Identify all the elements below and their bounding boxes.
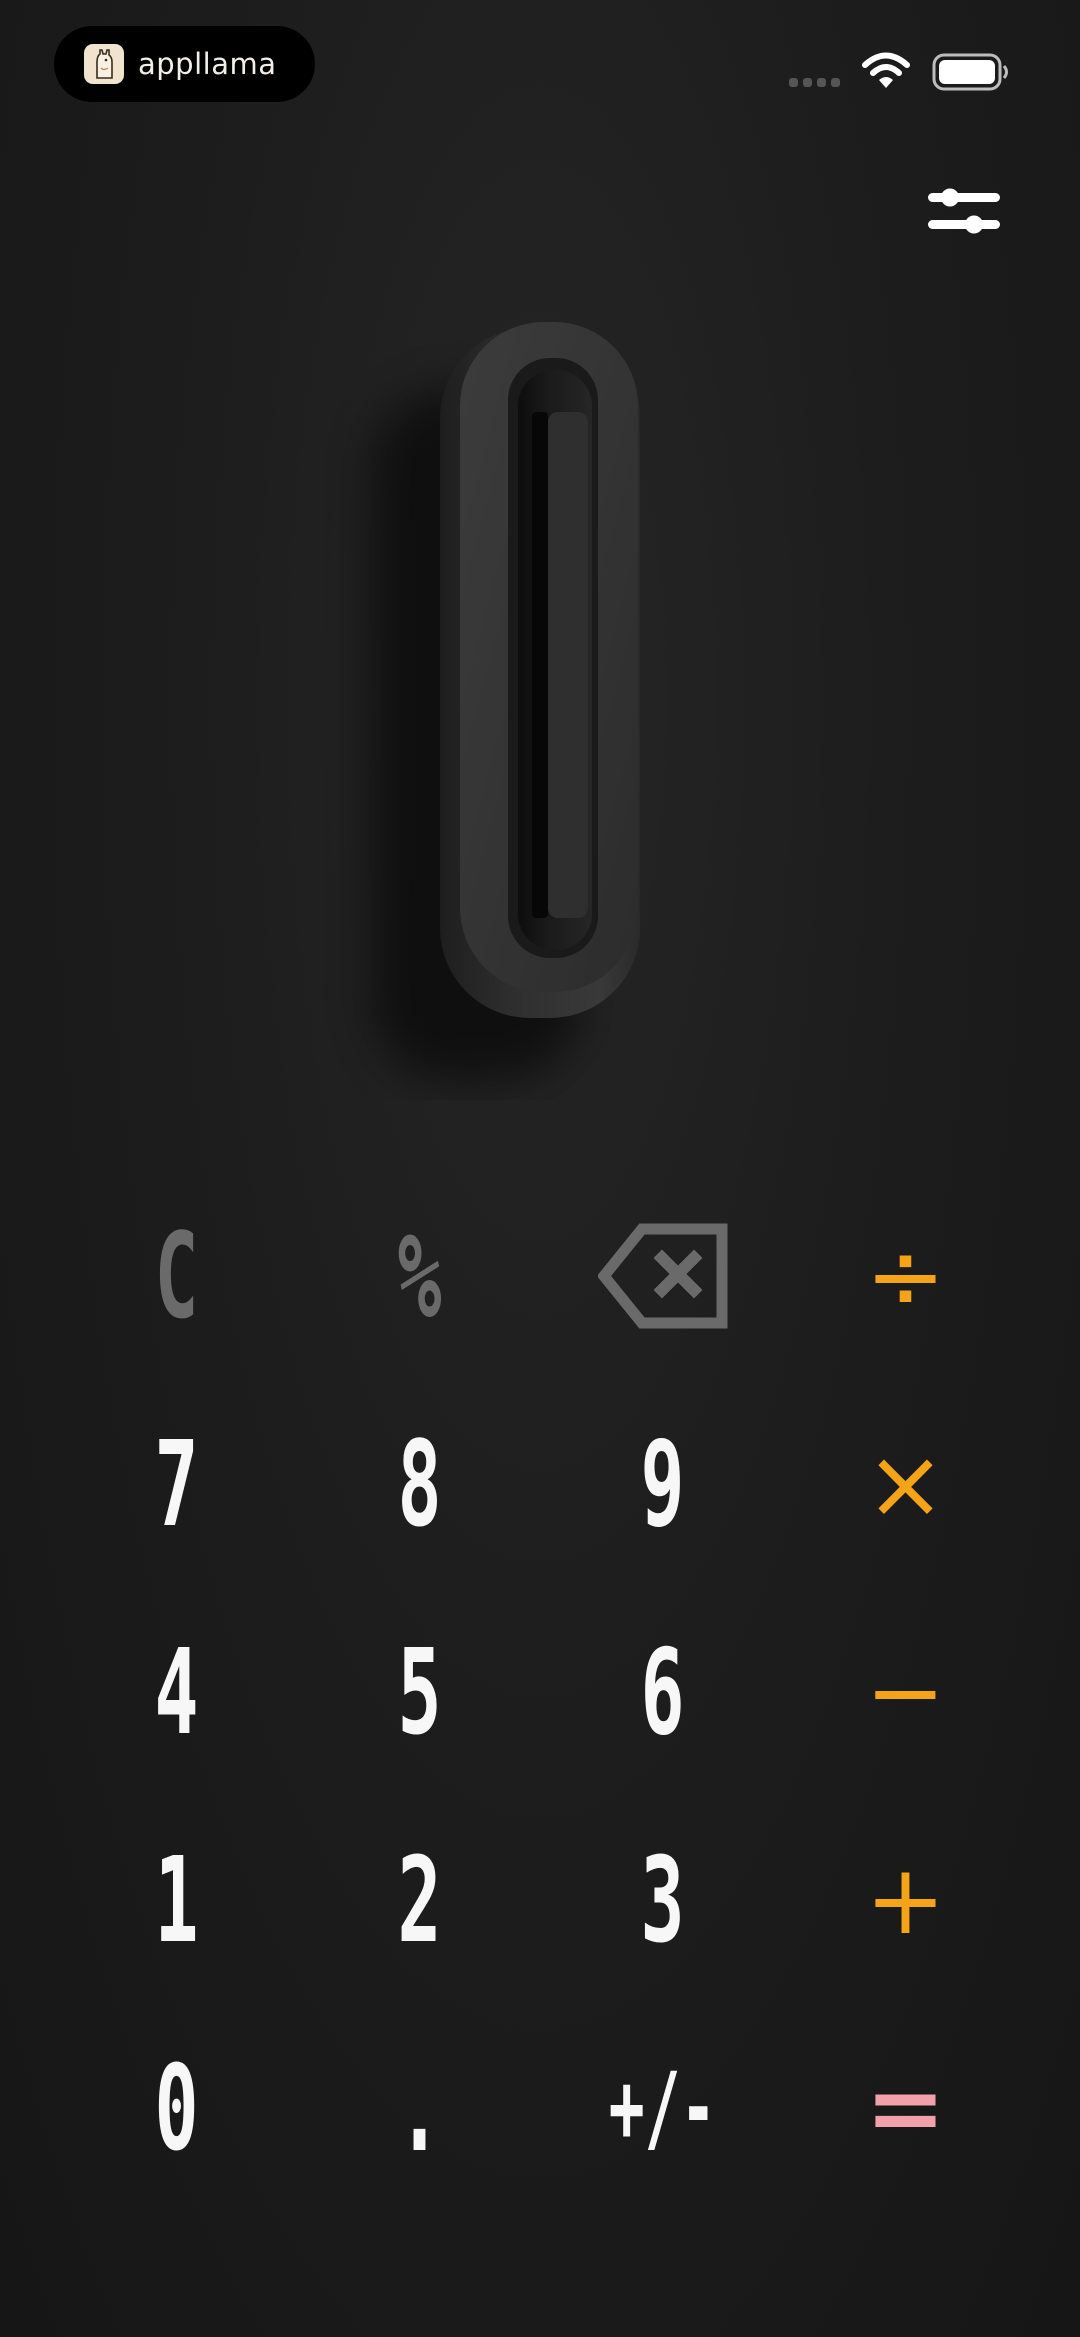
digit-1-button[interactable]: 1: [101, 1796, 252, 2004]
digit-0-button[interactable]: 0: [101, 2004, 252, 2212]
brand-name: appllama: [138, 47, 277, 81]
multiply-button[interactable]: ×: [784, 1380, 1027, 1588]
cellular-signal-icon: [789, 78, 840, 87]
battery-icon: [932, 53, 1008, 91]
decimal-button[interactable]: .: [344, 2004, 495, 2212]
keypad: C % ÷ 7 8 9 × 4 5 6 − 1 2 3 + 0 . +/- =: [55, 1172, 1055, 2212]
equals-button[interactable]: =: [784, 2004, 1027, 2212]
digit-9-button[interactable]: 9: [587, 1380, 738, 1588]
percent-button[interactable]: %: [344, 1172, 495, 1380]
digit-8-button[interactable]: 8: [344, 1380, 495, 1588]
digit-6-button[interactable]: 6: [587, 1588, 738, 1796]
plus-button[interactable]: +: [784, 1796, 1027, 2004]
backspace-icon: [597, 1223, 727, 1329]
digit-7-button[interactable]: 7: [101, 1380, 252, 1588]
divide-button[interactable]: ÷: [784, 1172, 1027, 1380]
brand-pill: appllama: [54, 26, 315, 102]
digit-2-button[interactable]: 2: [344, 1796, 495, 2004]
wifi-icon: [862, 52, 910, 88]
digit-4-button[interactable]: 4: [101, 1588, 252, 1796]
result-display: 0: [0, 300, 1080, 1100]
minus-button[interactable]: −: [784, 1588, 1027, 1796]
backspace-button[interactable]: [541, 1172, 784, 1380]
sign-toggle-button[interactable]: +/-: [587, 2004, 738, 2212]
digit-5-button[interactable]: 5: [344, 1588, 495, 1796]
llama-icon: [84, 44, 124, 84]
sliders-icon[interactable]: [926, 183, 1002, 243]
clear-button[interactable]: C: [101, 1172, 252, 1380]
digit-3-button[interactable]: 3: [587, 1796, 738, 2004]
